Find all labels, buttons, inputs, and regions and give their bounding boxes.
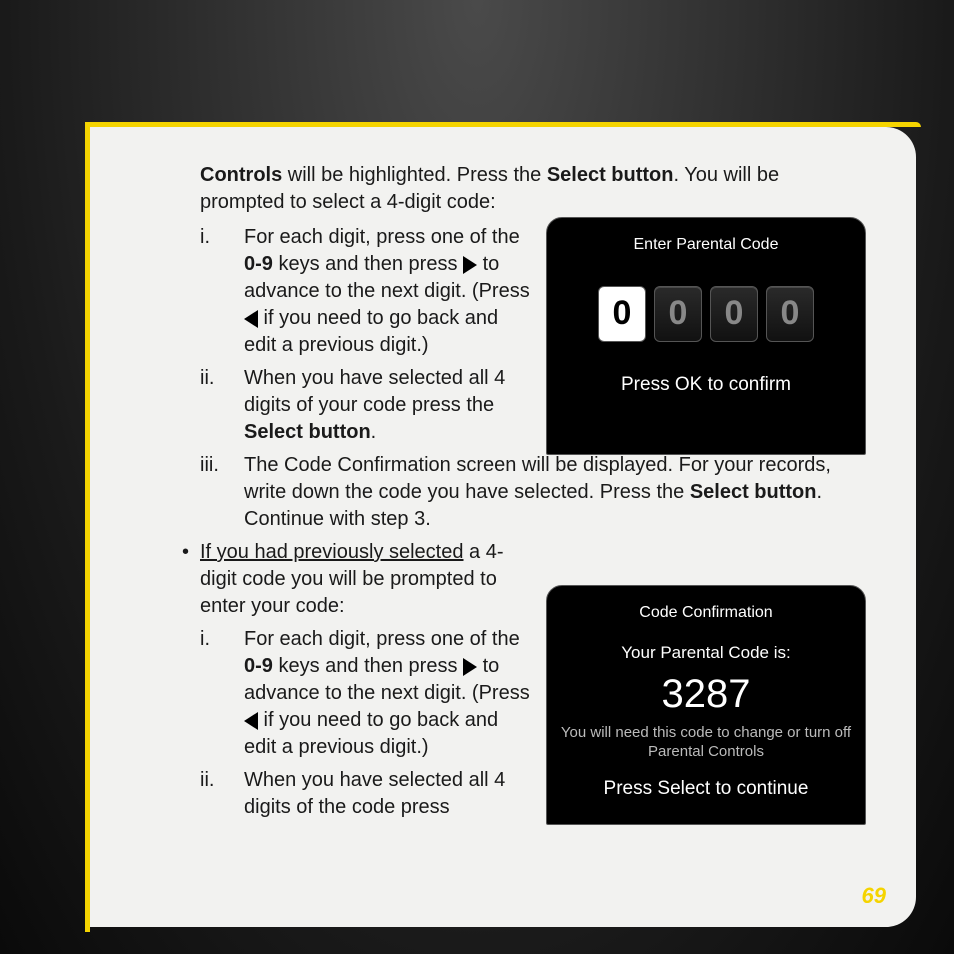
parental-code-value: 3287 bbox=[557, 667, 855, 721]
step-text: When you have selected all 4 digits of y… bbox=[244, 367, 505, 416]
step-text: keys and then press bbox=[273, 655, 463, 677]
keys-range: 0-9 bbox=[244, 655, 273, 677]
bullet-text: If you had previously selected a 4-digit… bbox=[200, 539, 530, 620]
enter-code-screen: Enter Parental Code 0 0 0 0 Press OK to … bbox=[546, 217, 866, 455]
digit-1[interactable]: 0 bbox=[654, 286, 702, 342]
intro-paragraph: Controls will be highlighted. Press the … bbox=[200, 162, 861, 216]
step-text: keys and then press bbox=[273, 253, 463, 275]
arrow-left-icon bbox=[244, 310, 258, 328]
step-b-ii: ii. When you have selected all 4 digits … bbox=[200, 767, 530, 821]
page-number: 69 bbox=[862, 881, 886, 911]
page-container: Controls will be highlighted. Press the … bbox=[85, 122, 921, 932]
screen2-title: Code Confirmation bbox=[557, 602, 855, 624]
step-text: . bbox=[371, 421, 377, 443]
select-button-label: Select button bbox=[690, 481, 817, 503]
screen2-sub: Your Parental Code is: bbox=[557, 642, 855, 665]
screen2-footer: Press Select to continue bbox=[557, 776, 855, 802]
bullet-previous-code: • If you had previously selected a 4-dig… bbox=[182, 539, 530, 620]
step-marker: ii. bbox=[200, 365, 236, 392]
step-a-ii: ii. When you have selected all 4 digits … bbox=[200, 365, 530, 446]
manual-page: Controls will be highlighted. Press the … bbox=[90, 127, 916, 927]
arrow-left-icon bbox=[244, 712, 258, 730]
screen1-footer: Press OK to confirm bbox=[557, 372, 855, 398]
digit-2[interactable]: 0 bbox=[710, 286, 758, 342]
code-digits: 0 0 0 0 bbox=[557, 286, 855, 342]
step-text: if you need to go back and edit a previo… bbox=[244, 709, 498, 758]
intro-bold-controls: Controls bbox=[200, 164, 282, 186]
step-marker: i. bbox=[200, 224, 236, 251]
step-text: When you have selected all 4 digits of t… bbox=[244, 769, 505, 818]
intro-text-1: will be highlighted. Press the bbox=[282, 164, 547, 186]
step-text: if you need to go back and edit a previo… bbox=[244, 307, 498, 356]
step-b-i: i. For each digit, press one of the 0-9 … bbox=[200, 626, 530, 761]
select-button-label: Select button bbox=[244, 421, 371, 443]
intro-bold-select: Select button bbox=[547, 164, 674, 186]
step-text: For each digit, press one of the bbox=[244, 226, 520, 248]
arrow-right-icon bbox=[463, 256, 477, 274]
code-confirmation-screen: Code Confirmation Your Parental Code is:… bbox=[546, 585, 866, 825]
bullet-underline: If you had previously selected bbox=[200, 541, 464, 563]
digit-0[interactable]: 0 bbox=[598, 286, 646, 342]
step-a-i: i. For each digit, press one of the 0-9 … bbox=[200, 224, 530, 359]
screen1-title: Enter Parental Code bbox=[557, 234, 855, 256]
keys-range: 0-9 bbox=[244, 253, 273, 275]
step-a-iii: iii. The Code Confirmation screen will b… bbox=[200, 452, 861, 533]
step-marker: ii. bbox=[200, 767, 236, 794]
step-marker: i. bbox=[200, 626, 236, 653]
arrow-right-icon bbox=[463, 658, 477, 676]
digit-3[interactable]: 0 bbox=[766, 286, 814, 342]
screen2-note: You will need this code to change or tur… bbox=[557, 723, 855, 762]
step-text: For each digit, press one of the bbox=[244, 628, 520, 650]
bullet-dot: • bbox=[182, 539, 200, 620]
step-marker: iii. bbox=[200, 452, 236, 479]
